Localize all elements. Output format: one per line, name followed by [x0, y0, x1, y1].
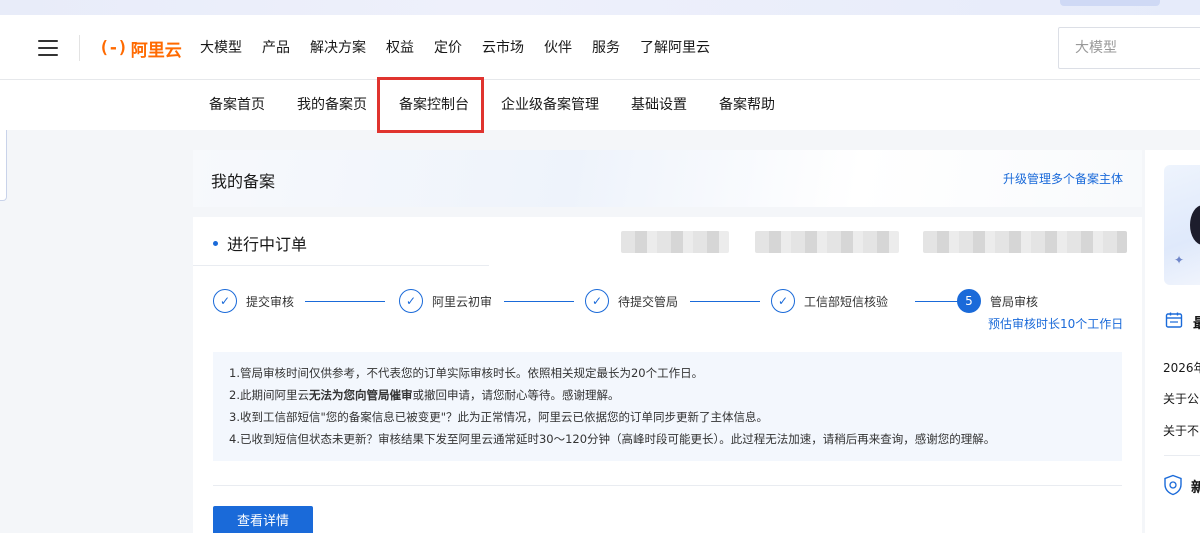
subnav-enterprise[interactable]: 企业级备案管理	[501, 94, 599, 116]
side-news-item[interactable]: 关于公	[1163, 390, 1199, 407]
notice-line: 3.收到工信部短信"您的备案信息已被变更"？此为正常情况，阿里云已依据您的订单同…	[229, 410, 769, 424]
shield-icon	[1164, 474, 1182, 496]
sub-nav: 备案首页 我的备案页 备案控制台 企业级备案管理 基础设置 备案帮助	[0, 80, 1200, 130]
sparkle-icon: ✦	[1174, 253, 1185, 267]
search-input[interactable]: 大模型	[1058, 27, 1200, 69]
check-icon: ✓	[585, 289, 609, 313]
step-connector	[305, 301, 385, 302]
nav-item-products[interactable]: 产品	[262, 37, 290, 59]
order-title-underline	[193, 265, 489, 266]
step-label: 待提交管局	[618, 294, 679, 309]
redacted-info	[923, 231, 1127, 253]
nav-item-pricing[interactable]: 定价	[434, 37, 462, 59]
redacted-info	[621, 231, 729, 253]
notice-line: 1.管局审核时间仅供参考，不代表您的订单实际审核时长。依照相关规定最长为20个工…	[229, 366, 704, 380]
subnav-settings[interactable]: 基础设置	[631, 94, 687, 116]
highlight-box	[377, 77, 484, 133]
nav-item-marketplace[interactable]: 云市场	[482, 37, 524, 59]
step-submit: ✓ 提交审核	[213, 289, 294, 313]
side-heading: 最	[1193, 313, 1200, 333]
side-panel: ✦ 最 2026年 关于公 关于不 新	[1145, 150, 1200, 533]
step-label: 提交审核	[246, 294, 295, 309]
notice-line: 2.此期间阿里云无法为您向管局催审或撤回申请，请您耐心等待。感谢理解。	[229, 388, 620, 402]
top-banner[interactable]	[0, 0, 1200, 15]
step-connector	[504, 301, 574, 302]
step-number: 5	[957, 289, 981, 313]
order-card: 进行中订单 ✓ 提交审核 ✓ 阿里云初审 ✓ 待提交管局 ✓ 工信部短信核验 5…	[193, 217, 1142, 533]
side-news-item[interactable]: 关于不	[1163, 422, 1199, 439]
step-label: 管局审核	[990, 294, 1039, 309]
my-filing-header: 我的备案 升级管理多个备案主体	[193, 150, 1142, 207]
step-pending-bureau: ✓ 待提交管局	[585, 289, 678, 313]
main-header: (-) 阿里云 大模型 产品 解决方案 权益 定价 云市场 伙伴 服务 了解阿里…	[0, 15, 1200, 80]
subnav-home[interactable]: 备案首页	[209, 94, 265, 116]
subnav-help[interactable]: 备案帮助	[719, 94, 775, 116]
notice-line: 4.已收到短信但状态未更新？审核结果下发至阿里云通常延时30～120分钟（高峰时…	[229, 432, 996, 446]
check-icon: ✓	[399, 289, 423, 313]
notice-box: 1.管局审核时间仅供参考，不代表您的订单实际审核时长。依照相关规定最长为20个工…	[213, 352, 1122, 461]
divider	[213, 485, 1122, 486]
step-label: 工信部短信核验	[804, 294, 889, 309]
nav-item-services[interactable]: 服务	[592, 37, 620, 59]
main-nav: 大模型 产品 解决方案 权益 定价 云市场 伙伴 服务 了解阿里云	[200, 37, 730, 59]
step-connector	[690, 301, 760, 302]
logo-text: 阿里云	[130, 40, 182, 61]
check-icon: ✓	[213, 289, 237, 313]
order-title: 进行中订单	[213, 231, 307, 255]
nav-item-partners[interactable]: 伙伴	[544, 37, 572, 59]
card-title: 我的备案	[211, 172, 276, 191]
promo-image[interactable]: ✦	[1164, 165, 1200, 285]
menu-icon[interactable]	[38, 40, 58, 56]
header-divider	[79, 35, 80, 61]
side-edge-tab[interactable]	[0, 125, 7, 201]
step-initial-review: ✓ 阿里云初审	[399, 289, 492, 313]
check-icon: ✓	[771, 289, 795, 313]
upgrade-link[interactable]: 升级管理多个备案主体	[1003, 170, 1123, 187]
redacted-info	[755, 231, 899, 253]
order-dot-icon	[213, 240, 218, 246]
nav-item-benefits[interactable]: 权益	[386, 37, 414, 59]
calendar-icon	[1165, 312, 1183, 328]
order-title-text: 进行中订单	[227, 235, 308, 254]
figure-shape	[1190, 205, 1200, 245]
nav-item-solutions[interactable]: 解决方案	[310, 37, 366, 59]
logo[interactable]: (-) 阿里云	[99, 37, 182, 61]
subnav-my-filing[interactable]: 我的备案页	[297, 94, 367, 116]
nav-item-about[interactable]: 了解阿里云	[640, 37, 710, 59]
side-heading-new: 新	[1191, 480, 1200, 496]
side-divider	[1164, 455, 1200, 456]
step-label: 阿里云初审	[432, 294, 493, 309]
step-sms-verify: ✓ 工信部短信核验	[771, 289, 888, 313]
view-details-button[interactable]: 查看详情	[213, 506, 313, 533]
nav-item-models[interactable]: 大模型	[200, 37, 242, 59]
banner-button[interactable]	[1060, 0, 1160, 6]
step-bureau-review: 5 管局审核	[957, 289, 1038, 313]
logo-mark: (-)	[99, 38, 128, 58]
step-estimate: 预估审核时长10个工作日	[988, 317, 1124, 331]
side-news-item[interactable]: 2026年	[1163, 359, 1200, 376]
